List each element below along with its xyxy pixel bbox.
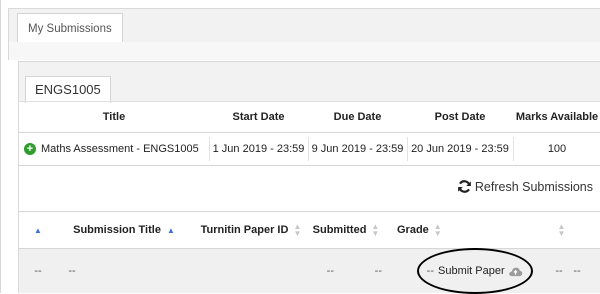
submission-title-cell: --: [68, 265, 76, 277]
refresh-label: Refresh Submissions: [474, 179, 593, 194]
header-submission-title[interactable]: Submission Title ▲: [57, 212, 197, 248]
submission-cell-dash: --: [573, 265, 581, 277]
header-marks-available: Marks Available: [515, 111, 599, 123]
assignment-title-cell[interactable]: + Maths Assessment - ENGS1005: [19, 133, 209, 165]
sort-asc-icon: ▲: [166, 225, 175, 235]
due-date-cell: 9 Jun 2019 - 23:59: [311, 143, 404, 155]
sort-both-icon: ▲ ▼: [371, 222, 380, 238]
submission-header-row: ▲ Submission Title ▲ Turnitin Paper ID ▲…: [19, 211, 600, 248]
sort-header-expand[interactable]: ▲: [19, 212, 57, 248]
header-grade[interactable]: Grade ▲ ▼: [387, 212, 447, 248]
header-submission-title-label: Submission Title: [73, 224, 161, 236]
highlight-circle: [417, 248, 533, 294]
refresh-submissions-button[interactable]: Refresh Submissions: [457, 179, 593, 194]
header-turnitin-paper-id[interactable]: Turnitin Paper ID ▲ ▼: [197, 212, 305, 248]
header-submitted[interactable]: Submitted ▲ ▼: [305, 212, 387, 248]
assignment-title: Maths Assessment - ENGS1005: [41, 143, 199, 155]
sort-both-icon: ▲ ▼: [557, 222, 566, 238]
sort-both-icon: ▲ ▼: [293, 222, 302, 238]
submission-cell-dash: --: [555, 265, 563, 277]
assignment-row: + Maths Assessment - ENGS1005 1 Jun 2019…: [19, 132, 600, 165]
expand-plus-icon[interactable]: +: [24, 143, 36, 155]
header-sort-extra[interactable]: ▲ ▼: [539, 212, 579, 248]
refresh-row: Refresh Submissions: [19, 165, 600, 211]
marks-available-cell: 100: [547, 143, 567, 155]
header-grade-label: Grade: [397, 224, 429, 236]
sort-both-icon: ▲ ▼: [433, 222, 442, 238]
start-date-cell: 1 Jun 2019 - 23:59: [212, 143, 305, 155]
paper-id-cell: --: [326, 265, 334, 277]
submitted-cell: --: [374, 265, 382, 277]
tab-my-submissions[interactable]: My Submissions: [17, 13, 123, 45]
header-start-date: Start Date: [232, 111, 285, 123]
header-due-date: Due Date: [333, 111, 382, 123]
tab-content-strip: [8, 42, 600, 60]
submission-cell-dash: --: [34, 265, 42, 277]
header-submitted-label: Submitted: [312, 224, 367, 236]
assignment-header-row: Title Start Date Due Date Post Date Mark…: [19, 101, 600, 132]
header-title: Title: [102, 111, 126, 123]
sort-asc-icon: ▲: [34, 225, 42, 235]
course-tab-bar: ENGS1005: [19, 61, 600, 103]
header-paper-id-label: Turnitin Paper ID: [200, 224, 289, 236]
top-tab-bar: My Submissions: [8, 8, 600, 45]
header-post-date: Post Date: [434, 111, 486, 123]
tab-course-engs1005[interactable]: ENGS1005: [25, 76, 111, 103]
post-date-cell: 20 Jun 2019 - 23:59: [411, 143, 509, 155]
refresh-icon: [458, 180, 471, 193]
